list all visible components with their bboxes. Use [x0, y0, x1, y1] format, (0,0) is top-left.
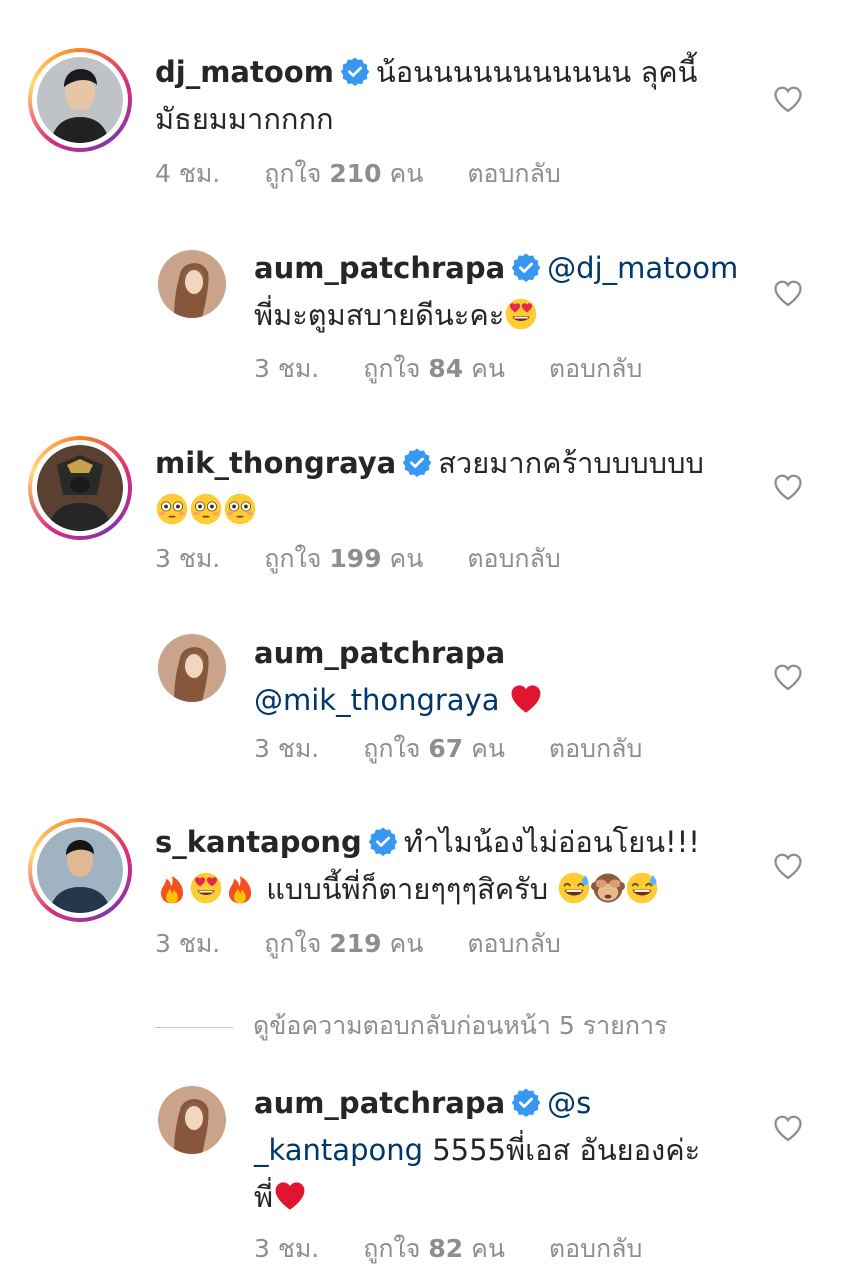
- username[interactable]: aum_patchrapa: [254, 1086, 505, 1120]
- verified-badge-icon: [368, 826, 398, 856]
- heart-eyes-emoji: [189, 871, 223, 905]
- heart-outline-icon[interactable]: [773, 85, 803, 113]
- flushed-face-emoji: [223, 492, 257, 526]
- red-heart-emoji: [273, 1179, 307, 1213]
- avatar: [37, 57, 123, 143]
- comment-time: 3 ชม.: [254, 354, 320, 383]
- avatar-story-ring[interactable]: [28, 436, 132, 540]
- avatar: [37, 445, 123, 531]
- comment-time: 3 ชม.: [254, 1234, 320, 1263]
- comment-time: 4 ชม.: [155, 159, 221, 188]
- view-previous-replies-button[interactable]: ดูข้อความตอบกลับก่อนหน้า 5 รายการ: [155, 1006, 667, 1046]
- comment-text: สวยมากคร้าบบบบบบ: [438, 446, 704, 480]
- sweat-smile-emoji: [625, 871, 659, 905]
- heart-outline-icon[interactable]: [773, 663, 803, 691]
- comment-meta: 3 ชม. ถูกใจ 219 คน ตอบกลับ: [155, 924, 605, 964]
- flushed-face-emoji: [155, 492, 189, 526]
- comment-text: ทำไมน้องไม่อ่อนโยน!!!: [403, 825, 700, 859]
- likes-count-link[interactable]: ถูกใจ 219 คน: [264, 929, 423, 958]
- mention-link-cont[interactable]: _kantapong: [254, 1133, 423, 1167]
- comment-time: 3 ชม.: [155, 929, 221, 958]
- verified-badge-icon: [511, 252, 541, 282]
- likes-count-link[interactable]: ถูกใจ 210 คน: [264, 159, 423, 188]
- reply-button[interactable]: ตอบกลับ: [467, 544, 560, 573]
- heart-outline-icon[interactable]: [773, 473, 803, 501]
- heart-eyes-emoji: [504, 297, 538, 331]
- fire-emoji: [223, 871, 257, 905]
- comment-time: 3 ชม.: [254, 734, 320, 763]
- comment-text: 5555พี่เอส อันยองค่ะ: [432, 1133, 701, 1167]
- heart-outline-icon[interactable]: [773, 1114, 803, 1142]
- avatar-story-ring[interactable]: [28, 48, 132, 152]
- comment-text: พี่มะตูมสบายดีนะคะ: [254, 298, 505, 332]
- likes-count-link[interactable]: ถูกใจ 67 คน: [363, 734, 505, 763]
- likes-count-link[interactable]: ถูกใจ 82 คน: [363, 1234, 505, 1263]
- mention-link[interactable]: @mik_thongraya: [254, 683, 500, 717]
- comment-meta: 3 ชม. ถูกใจ 82 คน ตอบกลับ: [254, 1229, 686, 1269]
- avatar[interactable]: [158, 250, 226, 318]
- comment-meta: 3 ชม. ถูกใจ 84 คน ตอบกลับ: [254, 349, 686, 389]
- likes-count-link[interactable]: ถูกใจ 84 คน: [363, 354, 505, 383]
- sweat-smile-emoji: [557, 871, 591, 905]
- reply-button[interactable]: ตอบกลับ: [549, 734, 642, 763]
- avatar[interactable]: [158, 1086, 226, 1154]
- username[interactable]: aum_patchrapa: [254, 251, 505, 285]
- comment-meta: 3 ชม. ถูกใจ 67 คน ตอบกลับ: [254, 729, 686, 769]
- username[interactable]: mik_thongraya: [155, 446, 396, 480]
- username[interactable]: aum_patchrapa: [254, 636, 505, 670]
- mention-link[interactable]: @s: [547, 1086, 591, 1120]
- reply-button[interactable]: ตอบกลับ: [549, 354, 642, 383]
- reply-button[interactable]: ตอบกลับ: [467, 929, 560, 958]
- flushed-face-emoji: [189, 492, 223, 526]
- avatar-story-ring[interactable]: [28, 818, 132, 922]
- avatar: [37, 827, 123, 913]
- username[interactable]: s_kantapong: [155, 825, 362, 859]
- avatar[interactable]: [158, 634, 226, 702]
- comment-meta: 4 ชม. ถูกใจ 210 คน ตอบกลับ: [155, 154, 605, 194]
- verified-badge-icon: [402, 447, 432, 477]
- divider: [155, 1026, 233, 1028]
- likes-count-link[interactable]: ถูกใจ 199 คน: [264, 544, 423, 573]
- heart-outline-icon[interactable]: [773, 852, 803, 880]
- red-heart-emoji: [509, 682, 543, 716]
- comment-text-2: แบบนี้พี่ก็ตายๆๆๆสิครับ: [266, 872, 549, 906]
- comment-text-2: พี่: [254, 1180, 274, 1214]
- username[interactable]: dj_matoom: [155, 55, 334, 89]
- verified-badge-icon: [511, 1087, 541, 1117]
- reply-button[interactable]: ตอบกลับ: [467, 159, 560, 188]
- see-no-evil-monkey-emoji: [591, 871, 625, 905]
- comment-meta: 3 ชม. ถูกใจ 199 คน ตอบกลับ: [155, 539, 605, 579]
- verified-badge-icon: [340, 56, 370, 86]
- mention-link[interactable]: @dj_matoom: [547, 251, 738, 285]
- heart-outline-icon[interactable]: [773, 279, 803, 307]
- reply-button[interactable]: ตอบกลับ: [549, 1234, 642, 1263]
- comment-time: 3 ชม.: [155, 544, 221, 573]
- fire-emoji: [155, 871, 189, 905]
